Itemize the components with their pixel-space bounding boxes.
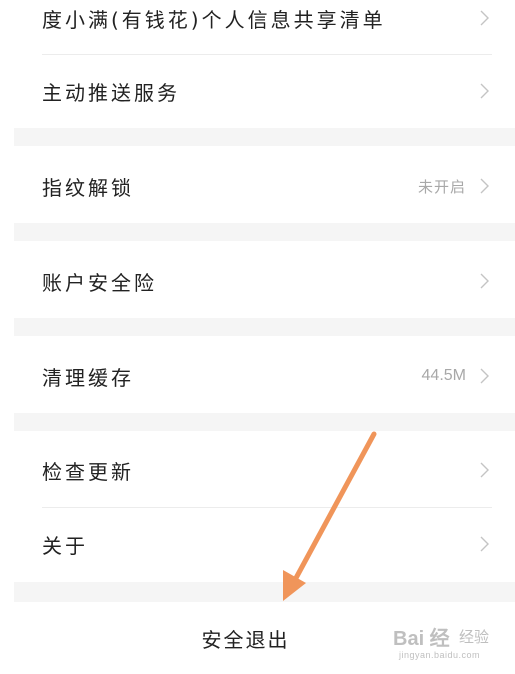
row-clear-cache[interactable]: 清理缓存 44.5M xyxy=(14,340,492,412)
row-label: 主动推送服务 xyxy=(42,80,180,105)
row-label: 指纹解锁 xyxy=(42,175,134,200)
row-fingerprint-unlock[interactable]: 指纹解锁 未开启 xyxy=(14,150,492,222)
cache-size: 44.5M xyxy=(421,367,466,384)
row-check-update[interactable]: 检查更新 xyxy=(14,434,492,506)
row-personal-info-sharing-list[interactable]: 度小满(有钱花)个人信息共享清单 xyxy=(14,0,492,54)
section-gap xyxy=(14,582,515,602)
chevron-right-icon xyxy=(478,9,490,27)
row-label: 关于 xyxy=(42,533,88,558)
watermark-sub: 经验 xyxy=(459,629,490,646)
section-gap xyxy=(14,318,515,336)
row-label: 账户安全险 xyxy=(42,270,157,295)
row-label: 度小满(有钱花)个人信息共享清单 xyxy=(42,7,386,32)
watermark-main: Bai 经 xyxy=(393,628,450,650)
chevron-right-icon xyxy=(478,272,490,290)
row-about[interactable]: 关于 xyxy=(14,508,492,580)
chevron-right-icon xyxy=(478,367,490,385)
section-gap xyxy=(14,128,515,146)
fingerprint-status: 未开启 xyxy=(417,177,466,196)
row-push-service[interactable]: 主动推送服务 xyxy=(14,55,492,127)
settings-screen: 度小满(有钱花)个人信息共享清单 主动推送服务 指纹解锁 未开启 账户安全险 清… xyxy=(0,0,515,674)
row-label: 清理缓存 xyxy=(42,365,134,390)
row-account-security-insurance[interactable]: 账户安全险 xyxy=(14,245,492,317)
chevron-right-icon xyxy=(478,177,490,195)
chevron-right-icon xyxy=(478,461,490,479)
section-gap xyxy=(14,413,515,431)
chevron-right-icon xyxy=(478,535,490,553)
baidu-jingyan-watermark: Bai 经 经验 jingyan.baidu.com xyxy=(393,622,509,666)
logout-label: 安全退出 xyxy=(201,627,290,652)
chevron-right-icon xyxy=(478,82,490,100)
section-gap xyxy=(14,223,515,241)
row-label: 检查更新 xyxy=(42,459,134,484)
watermark-url: jingyan.baidu.com xyxy=(399,650,481,660)
